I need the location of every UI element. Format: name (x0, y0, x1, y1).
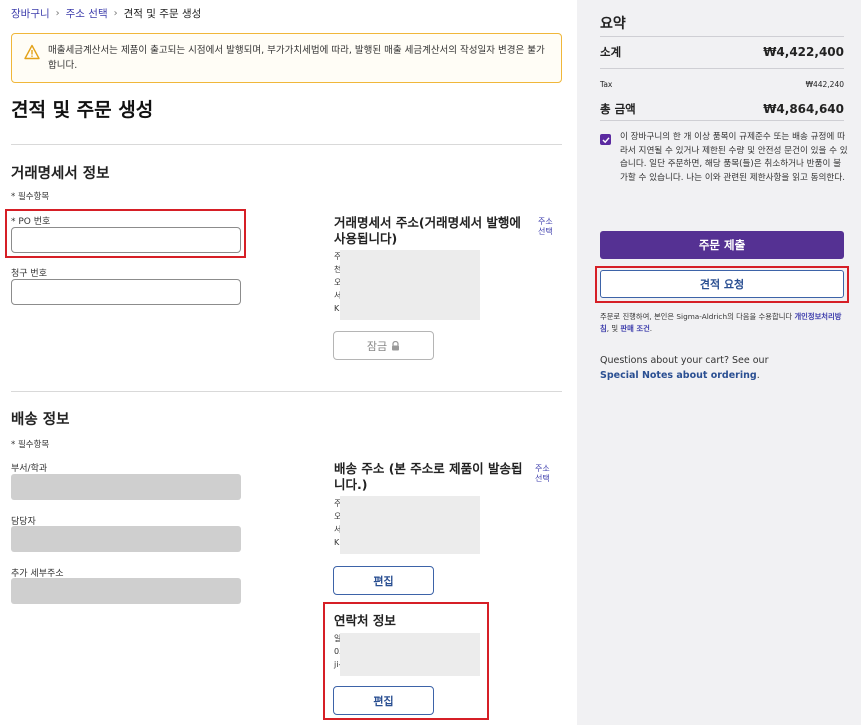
total-label: 총 금액 (600, 102, 636, 116)
divider (600, 120, 844, 121)
invoice-section-title: 거래명세서 정보 (11, 166, 110, 182)
required-note: * 필수항목 (11, 440, 50, 450)
summary-title: 요약 (600, 16, 626, 32)
terms-prefix: 주문로 진행하여, 본인은 Sigma-Aldrich의 다음을 수용합니다 (600, 312, 795, 321)
special-notes-link[interactable]: Special Notes about ordering (600, 370, 757, 381)
terms-mid: , 및 (606, 324, 621, 333)
breadcrumb-address[interactable]: 주소 선택 (66, 6, 108, 21)
subtotal-row: 소계 ₩4,422,400 (600, 44, 844, 60)
lock-button[interactable]: 잠금 (333, 331, 434, 360)
highlight-quote-box (595, 266, 849, 303)
cart-questions: Questions about your cart? See our Speci… (600, 353, 848, 383)
contact-person-field (11, 526, 241, 552)
tax-value: ₩442,240 (805, 80, 844, 89)
questions-suffix: . (756, 370, 760, 381)
subtotal-value: ₩4,422,400 (763, 45, 844, 59)
agree-checkbox[interactable] (600, 134, 611, 145)
divider (11, 391, 562, 392)
chevron-right-icon: › (113, 8, 118, 19)
breadcrumb-current: 견적 및 주문 생성 (123, 8, 202, 20)
invoice-address-title: 거래명세서 주소(거래명세서 발행에 사용됩니다) (334, 215, 521, 246)
page-title: 견적 및 주문 생성 (11, 99, 154, 121)
agreement: 이 장바구니의 한 개 이상 품목이 규제준수 또는 배송 규정에 따라서 지연… (600, 131, 848, 185)
shipping-address-title: 배송 주소 (본 주소로 제품이 발송됩니다.) (334, 461, 523, 492)
subtotal-label: 소계 (600, 45, 622, 59)
main-panel: 장바구니 › 주소 선택 › 견적 및 주문 생성 매출세금계산서는 제품이 출… (0, 0, 577, 725)
highlight-contact-box (323, 602, 489, 720)
questions-text: Questions about your cart? See our (600, 355, 769, 366)
divider (11, 144, 562, 145)
lock-icon (392, 340, 400, 350)
total-row: 총 금액 ₩4,864,640 (600, 101, 844, 117)
divider (600, 68, 844, 69)
tax-label: Tax (600, 80, 613, 89)
required-note: * 필수항목 (11, 192, 50, 202)
shipping-section-title: 배송 정보 (11, 412, 70, 428)
warning-banner: 매출세금계산서는 제품이 출고되는 시점에서 발행되며, 부가가치세법에 따라,… (11, 33, 562, 83)
claim-number-input[interactable] (11, 279, 241, 305)
chevron-right-icon: › (55, 8, 60, 19)
check-icon (602, 136, 610, 143)
department-label: 부서/학과 (11, 464, 48, 474)
claim-number-label: 청구 번호 (11, 269, 47, 279)
shipping-address-select-link[interactable]: 주소선택 (535, 464, 557, 484)
tax-row: Tax ₩442,240 (600, 80, 844, 89)
invoice-address-select-link[interactable]: 주소 선택 (538, 217, 560, 237)
extra-address-field (11, 578, 241, 604)
warning-icon (24, 44, 40, 60)
lock-button-label: 잠금 (366, 339, 388, 353)
agree-text: 이 장바구니의 한 개 이상 품목이 규제준수 또는 배송 규정에 따라서 지연… (620, 132, 848, 183)
breadcrumb-cart[interactable]: 장바구니 (11, 6, 50, 21)
warning-text: 매출세금계산서는 제품이 출고되는 시점에서 발행되며, 부가가치세법에 따라,… (48, 45, 545, 71)
terms-text: 주문로 진행하여, 본인은 Sigma-Aldrich의 다음을 수용합니다 개… (600, 311, 848, 335)
total-value: ₩4,864,640 (763, 102, 844, 116)
divider (600, 36, 844, 37)
terms-of-sale-link[interactable]: 판매 조건 (620, 324, 649, 333)
department-field (11, 474, 241, 500)
submit-order-button[interactable]: 주문 제출 (600, 231, 844, 259)
breadcrumb: 장바구니 › 주소 선택 › 견적 및 주문 생성 (11, 6, 201, 21)
shipping-edit-button[interactable]: 편집 (333, 566, 434, 595)
redacted-address (340, 496, 480, 554)
terms-suffix: . (649, 324, 653, 333)
redacted-address (340, 250, 480, 320)
highlight-po-box (5, 209, 246, 258)
